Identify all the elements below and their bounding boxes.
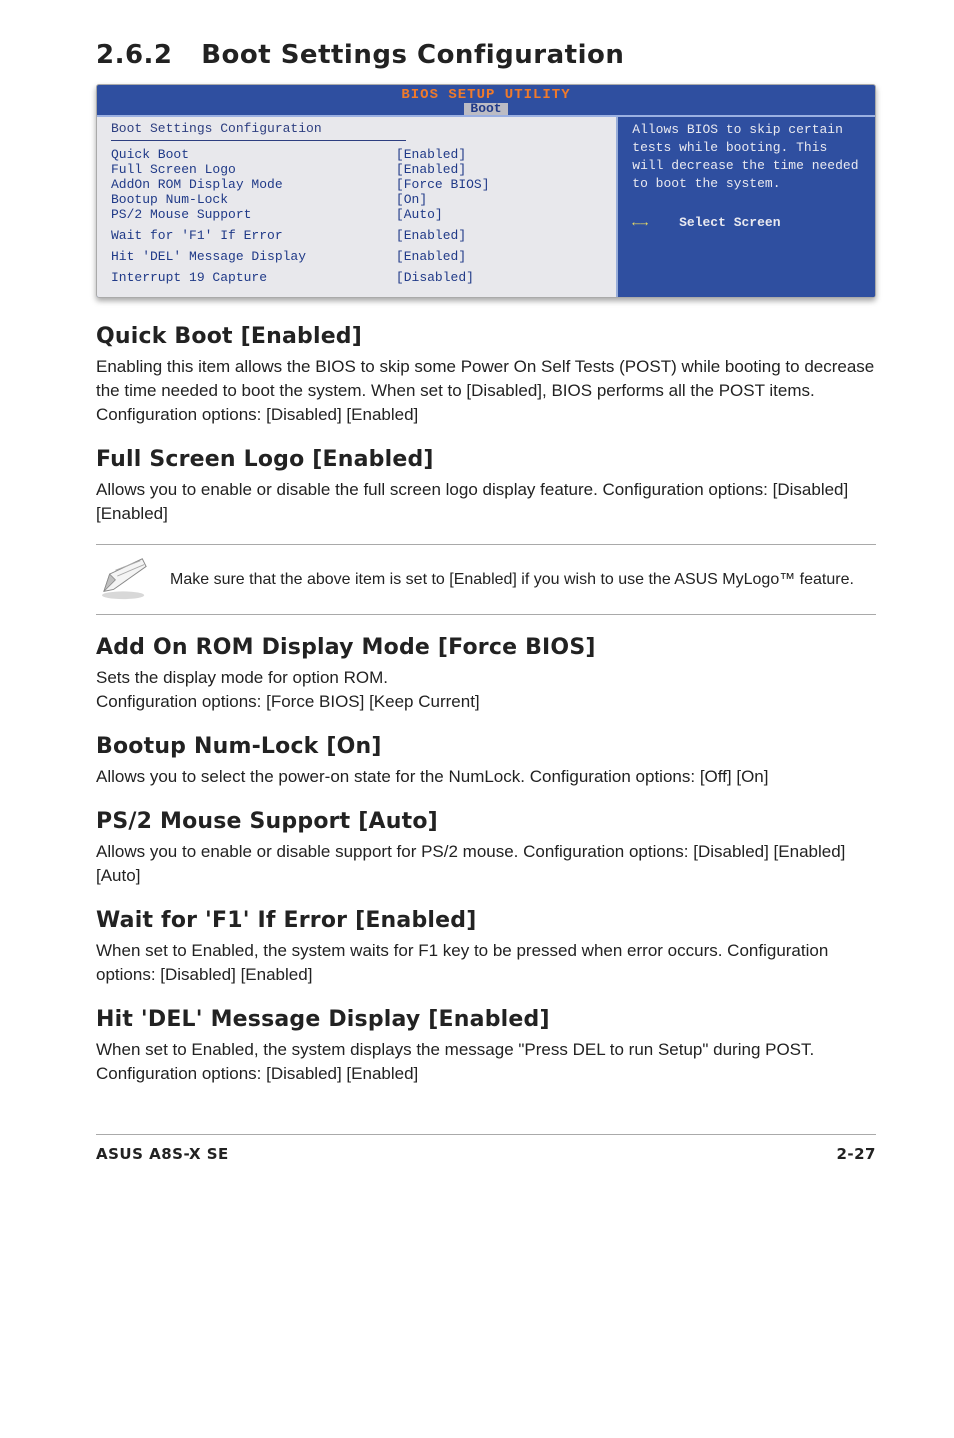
bios-row: Hit 'DEL' Message Display[Enabled] [111, 249, 602, 264]
bios-val: [Disabled] [396, 270, 602, 285]
bios-val: [Enabled] [396, 228, 602, 243]
bios-val: [Auto] [396, 207, 602, 222]
bios-row: Bootup Num-Lock[On] [111, 192, 602, 207]
bios-key: Interrupt 19 Capture [111, 270, 396, 285]
body-quick-boot: Enabling this item allows the BIOS to sk… [96, 355, 876, 427]
bios-key: Bootup Num-Lock [111, 192, 396, 207]
heading-hit-del: Hit 'DEL' Message Display [Enabled] [96, 1007, 876, 1032]
bios-key: Hit 'DEL' Message Display [111, 249, 396, 264]
bios-key: AddOn ROM Display Mode [111, 177, 396, 192]
page: 2.6.2 Boot Settings Configuration BIOS S… [0, 0, 954, 1193]
arrow-left-right-icon: ←→ [632, 215, 648, 230]
bios-row: Quick Boot[Enabled] [111, 147, 602, 162]
page-footer: ASUS A8S-X SE 2-27 [96, 1134, 876, 1163]
bios-help-text: Allows BIOS to skip certain tests while … [632, 121, 861, 193]
bios-divider [111, 140, 406, 141]
bios-key: PS/2 Mouse Support [111, 207, 396, 222]
bios-panel-title: Boot Settings Configuration [111, 121, 602, 136]
bios-nav: ←→ Select Screen [632, 215, 861, 230]
bios-row: AddOn ROM Display Mode[Force BIOS] [111, 177, 602, 192]
note-row: Make sure that the above item is set to … [96, 545, 876, 614]
bios-key: Quick Boot [111, 147, 396, 162]
heading-ps2-mouse: PS/2 Mouse Support [Auto] [96, 809, 876, 834]
bios-val: [Enabled] [396, 147, 602, 162]
body-full-screen-logo: Allows you to enable or disable the full… [96, 478, 876, 526]
bios-row: Interrupt 19 Capture[Disabled] [111, 270, 602, 285]
bios-help-panel: Allows BIOS to skip certain tests while … [618, 117, 875, 297]
note-text: Make sure that the above item is set to … [170, 569, 876, 591]
bios-key: Full Screen Logo [111, 162, 396, 177]
bios-body: Boot Settings Configuration Quick Boot[E… [97, 115, 875, 297]
pencil-icon [96, 553, 170, 606]
body-bootup-numlock: Allows you to select the power-on state … [96, 765, 876, 789]
body-wait-f1: When set to Enabled, the system waits fo… [96, 939, 876, 987]
heading-wait-f1: Wait for 'F1' If Error [Enabled] [96, 908, 876, 933]
bios-row: Wait for 'F1' If Error[Enabled] [111, 228, 602, 243]
section-heading: 2.6.2 Boot Settings Configuration [96, 40, 876, 70]
bios-val: [Enabled] [396, 249, 602, 264]
heading-quick-boot: Quick Boot [Enabled] [96, 324, 876, 349]
section-title: Boot Settings Configuration [201, 40, 624, 70]
body-hit-del: When set to Enabled, the system displays… [96, 1038, 876, 1086]
body-ps2-mouse: Allows you to enable or disable support … [96, 840, 876, 888]
heading-full-screen-logo: Full Screen Logo [Enabled] [96, 447, 876, 472]
bios-nav-label: Select Screen [679, 215, 780, 230]
bios-row: PS/2 Mouse Support[Auto] [111, 207, 602, 222]
bios-left-panel: Boot Settings Configuration Quick Boot[E… [97, 117, 618, 297]
bios-key: Wait for 'F1' If Error [111, 228, 396, 243]
bios-val: [On] [396, 192, 602, 207]
bios-screenshot: BIOS SETUP UTILITY Boot Boot Settings Co… [96, 84, 876, 298]
bios-tab-row: Boot [97, 103, 875, 115]
section-number: 2.6.2 [96, 40, 173, 70]
bios-tab-boot: Boot [464, 103, 507, 115]
body-addon-rom: Sets the display mode for option ROM. Co… [96, 666, 876, 714]
note-box: Make sure that the above item is set to … [96, 544, 876, 615]
footer-right: 2-27 [836, 1145, 876, 1163]
bios-val: [Enabled] [396, 162, 602, 177]
heading-addon-rom: Add On ROM Display Mode [Force BIOS] [96, 635, 876, 660]
bios-row: Full Screen Logo[Enabled] [111, 162, 602, 177]
footer-left: ASUS A8S-X SE [96, 1145, 229, 1163]
bios-val: [Force BIOS] [396, 177, 602, 192]
heading-bootup-numlock: Bootup Num-Lock [On] [96, 734, 876, 759]
note-rule-bottom [96, 614, 876, 615]
